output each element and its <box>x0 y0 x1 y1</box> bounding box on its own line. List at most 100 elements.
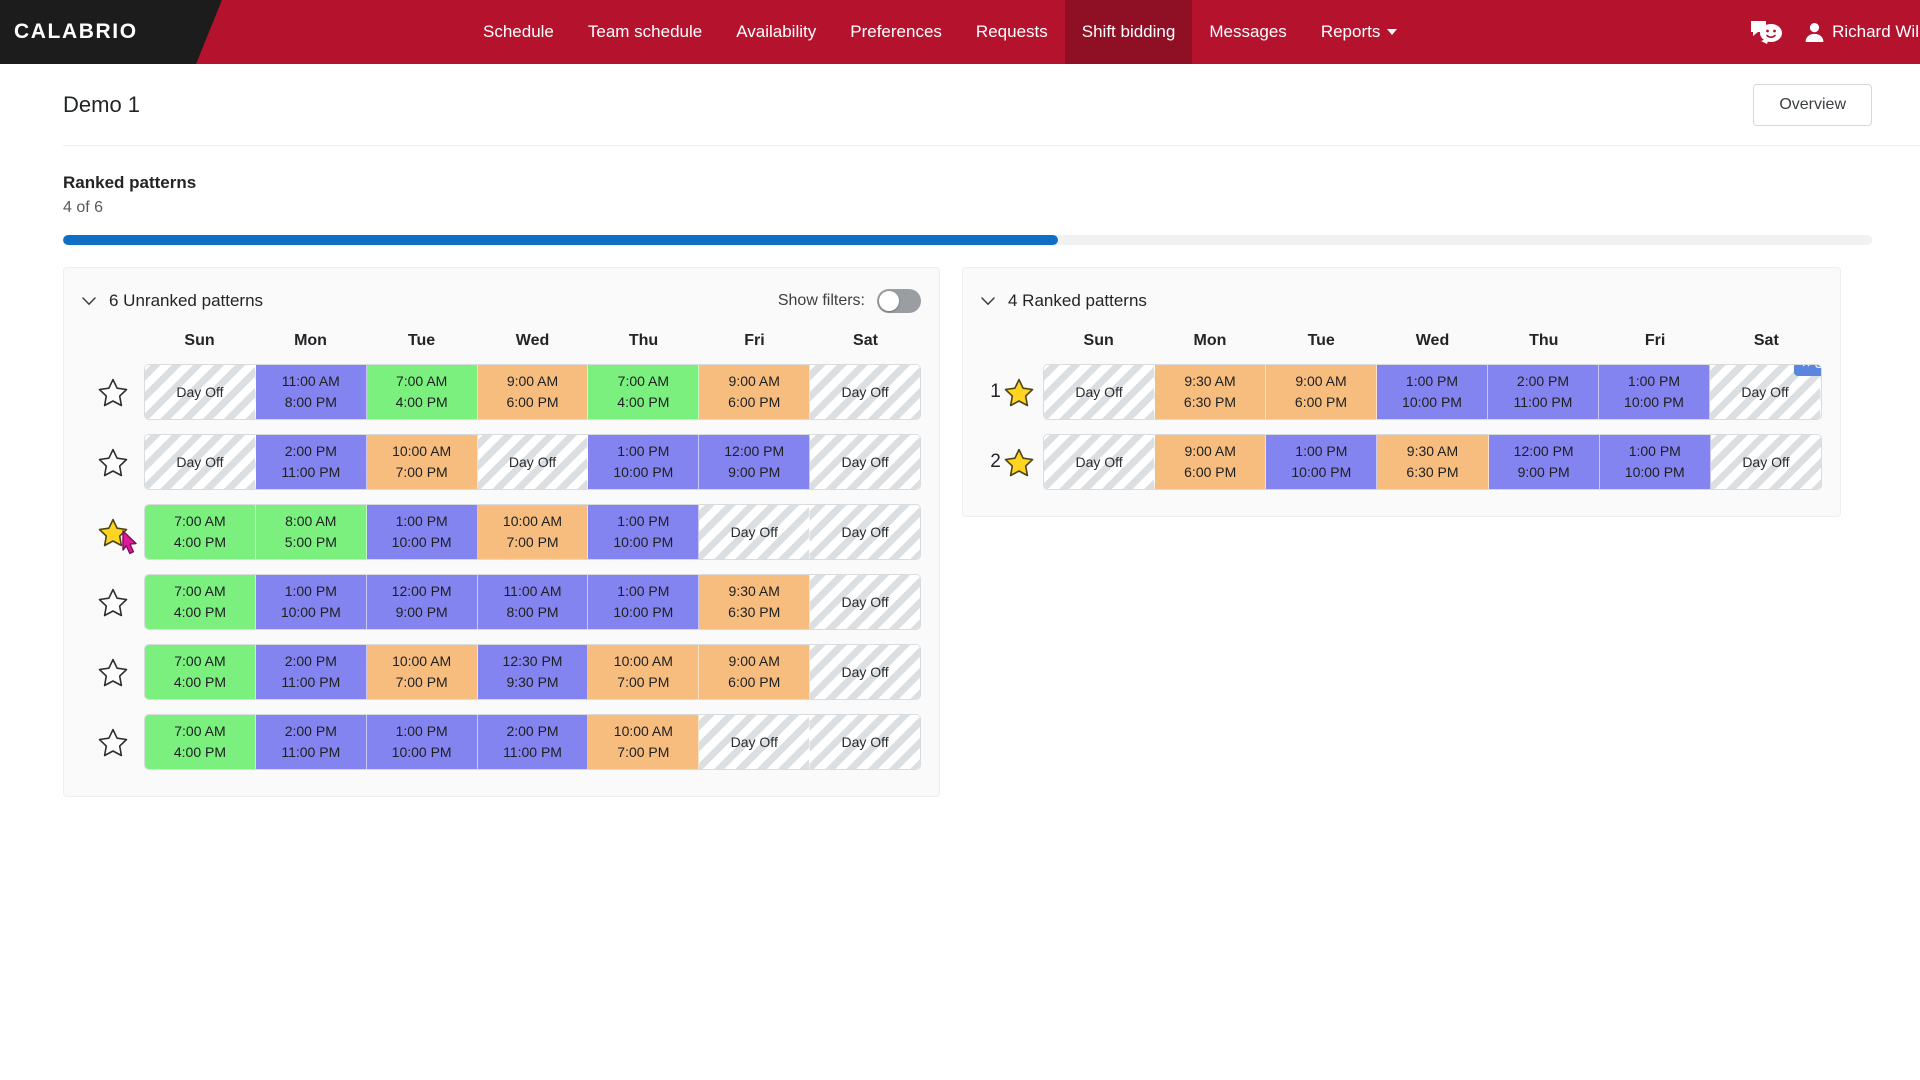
day-off-cell[interactable]: Day Off <box>1044 365 1155 419</box>
overview-button[interactable]: Overview <box>1753 83 1872 126</box>
shift-cell[interactable]: 10:00 AM 7:00 PM <box>366 435 478 489</box>
shift-cell[interactable]: 9:00 AM 6:00 PM <box>699 645 811 699</box>
shift-end-time: 7:00 PM <box>395 464 448 480</box>
day-off-cell[interactable]: Day Off <box>810 505 920 559</box>
shift-start-time: 9:30 AM <box>1184 373 1236 389</box>
shift-cell[interactable]: 10:00 AM 7:00 PM <box>588 715 700 769</box>
shift-cell[interactable]: 9:00 AM 6:00 PM <box>1155 435 1267 489</box>
day-off-cell[interactable]: Day Off <box>145 435 256 489</box>
shift-cell[interactable]: 10:00 AM 7:00 PM <box>588 645 700 699</box>
shift-start-time: 9:30 AM <box>728 583 780 599</box>
shift-cell[interactable]: 10:00 AM 7:00 PM <box>366 645 478 699</box>
shift-cell[interactable]: 1:00 PM 10:00 PM <box>366 715 478 769</box>
shift-cell[interactable]: 7:00 AM 4:00 PM <box>145 645 256 699</box>
unranked-panel-header-left[interactable]: 6 Unranked patterns <box>82 291 263 311</box>
shift-cell[interactable]: 7:00 AM 4:00 PM <box>145 715 256 769</box>
shift-cell[interactable]: 7:00 AM 4:00 PM <box>145 505 256 559</box>
star-filled-icon[interactable] <box>98 518 128 547</box>
pattern-week[interactable]: 7:00 AM 4:00 PM 2:00 PM 11:00 PM 1:00 PM 10:0… <box>144 714 921 770</box>
nav-item-team-schedule[interactable]: Team schedule <box>571 0 719 64</box>
shift-cell[interactable]: 9:30 AM 6:30 PM <box>1155 365 1266 419</box>
shift-cell[interactable]: 2:00 PM 11:00 PM <box>477 715 589 769</box>
nav-item-messages[interactable]: Messages <box>1192 0 1303 64</box>
shift-cell[interactable]: 9:00 AM 6:00 PM <box>477 365 589 419</box>
shift-cell[interactable]: 7:00 AM 4:00 PM <box>588 365 700 419</box>
day-off-cell[interactable]: Day Off <box>810 365 920 419</box>
star-outline-icon[interactable] <box>98 588 128 617</box>
shift-cell[interactable]: 11:00 AM 8:00 PM <box>255 365 367 419</box>
day-off-cell[interactable]: Day Off <box>699 505 811 559</box>
nav-item-requests[interactable]: Requests <box>959 0 1065 64</box>
shift-cell[interactable]: 1:00 PM 10:00 PM <box>1377 365 1488 419</box>
shift-cell[interactable]: 1:00 PM 10:00 PM <box>588 435 700 489</box>
shift-cell[interactable]: 9:00 AM 6:00 PM <box>699 365 811 419</box>
star-outline-icon[interactable] <box>98 448 128 477</box>
nav-item-shift-bidding[interactable]: Shift bidding <box>1064 0 1193 64</box>
shift-cell[interactable]: 2:00 PM 11:00 PM <box>255 715 367 769</box>
shift-cell[interactable]: 2:00 PM 11:00 PM <box>255 645 367 699</box>
day-off-cell[interactable]: Day Off <box>810 645 920 699</box>
day-off-cell[interactable]: Day Off <box>1044 435 1156 489</box>
star-outline-icon[interactable] <box>98 658 128 687</box>
day-off-cell[interactable]: Day Off <box>810 435 920 489</box>
day-off-cell[interactable]: Day Off <box>1710 435 1821 489</box>
pattern-row-lead <box>82 658 144 687</box>
shift-cell[interactable]: 1:00 PM 10:00 PM <box>255 575 367 629</box>
nav-item-availability[interactable]: Availability <box>719 0 833 64</box>
star-outline-icon[interactable] <box>98 378 128 407</box>
nav-item-schedule[interactable]: Schedule <box>466 0 571 64</box>
nav-items: Schedule Team schedule Availability Prefere… <box>466 0 1414 64</box>
day-off-cell[interactable]: Day Off <box>145 365 256 419</box>
page-title: Demo 1 <box>63 91 141 117</box>
shift-cell[interactable]: 9:30 AM 6:30 PM <box>1377 435 1489 489</box>
shift-start-time: 2:00 PM <box>284 723 337 739</box>
shift-cell[interactable]: 7:00 AM 4:00 PM <box>366 365 478 419</box>
shift-cell[interactable]: 12:30 PM 9:30 PM <box>477 645 589 699</box>
chat-smiley-icon[interactable] <box>1749 19 1783 45</box>
day-off-cell[interactable]: Day Off <box>810 575 920 629</box>
shift-cell[interactable]: 1:00 PM 10:00 PM <box>1599 435 1711 489</box>
nav-item-preferences[interactable]: Preferences <box>833 0 959 64</box>
pattern-week[interactable]: Day Off 11:00 AM 8:00 PM 7:00 AM 4:00 PM 9:00… <box>144 364 921 420</box>
nav-item-reports[interactable]: Reports <box>1304 0 1415 64</box>
shift-cell[interactable]: 1:00 PM 10:00 PM <box>366 505 478 559</box>
ranked-day-header-wed: Wed <box>1415 332 1450 349</box>
day-off-cell[interactable]: Day Off <box>699 715 811 769</box>
pattern-week[interactable]: 7:00 AM 4:00 PM 8:00 AM 5:00 PM 1:00 PM 10:00… <box>144 504 921 560</box>
shift-cell[interactable]: 12:00 PM 9:00 PM <box>699 435 811 489</box>
shift-cell[interactable]: 9:00 AM 6:00 PM <box>1266 365 1377 419</box>
day-off-cell[interactable]: Day Off <box>810 715 920 769</box>
pattern-week[interactable]: Day Off 2:00 PM 11:00 PM 10:00 AM 7:00 PM Day… <box>144 434 921 490</box>
shift-cell[interactable]: 1:00 PM 10:00 PM <box>588 505 700 559</box>
user-menu[interactable]: Richard Willia <box>1805 22 1920 42</box>
star-filled-icon[interactable] <box>1004 378 1034 407</box>
shift-cell[interactable]: 2:00 PM 11:00 PM <box>1488 365 1599 419</box>
chevron-down-icon[interactable] <box>981 296 995 306</box>
shift-cell[interactable]: 7:00 AM 4:00 PM <box>145 575 256 629</box>
brand-logo-block[interactable]: CALABRIO <box>0 0 222 64</box>
pattern-week[interactable]: 7:00 AM 4:00 PM 2:00 PM 11:00 PM 10:00 AM 7:0… <box>144 644 921 700</box>
shift-cell[interactable]: 8:00 AM 5:00 PM <box>255 505 367 559</box>
shift-cell[interactable]: 1:00 PM 10:00 PM <box>588 575 700 629</box>
day-off-cell[interactable]: Day Off <box>477 435 589 489</box>
shift-cell[interactable]: 2:00 PM 11:00 PM <box>255 435 367 489</box>
shift-cell[interactable]: 10:00 AM 7:00 PM <box>477 505 589 559</box>
shift-start-time: 12:30 PM <box>502 653 563 669</box>
pattern-week[interactable]: Day Off 9:30 AM 6:30 PM 9:00 AM 6:00 PM 1:00 … <box>1043 364 1822 420</box>
shift-cell[interactable]: 9:30 AM 6:30 PM <box>699 575 811 629</box>
shift-cell[interactable]: 12:00 PM 9:00 PM <box>366 575 478 629</box>
day-off-label: Day Off <box>176 383 224 400</box>
shift-end-time: 6:30 PM <box>728 604 781 620</box>
chevron-down-icon[interactable] <box>82 296 96 306</box>
shift-cell[interactable]: 1:00 PM 10:00 PM <box>1599 365 1710 419</box>
pattern-week[interactable]: Day Off 9:00 AM 6:00 PM 1:00 PM 10:00 PM 9:30… <box>1043 434 1822 490</box>
shift-cell[interactable]: 11:00 AM 8:00 PM <box>477 575 589 629</box>
shift-cell[interactable]: 1:00 PM 10:00 PM <box>1266 435 1378 489</box>
show-filters-toggle[interactable] <box>877 289 921 313</box>
ranked-panel-header-left[interactable]: 4 Ranked patterns <box>981 291 1147 311</box>
pattern-week[interactable]: 7:00 AM 4:00 PM 1:00 PM 10:00 PM 12:00 PM 9:0… <box>144 574 921 630</box>
star-outline-icon[interactable] <box>98 728 128 757</box>
shift-cell[interactable]: 12:00 PM 9:00 PM <box>1488 435 1600 489</box>
shift-start-time: 2:00 PM <box>506 723 559 739</box>
star-filled-icon[interactable] <box>1004 448 1034 477</box>
